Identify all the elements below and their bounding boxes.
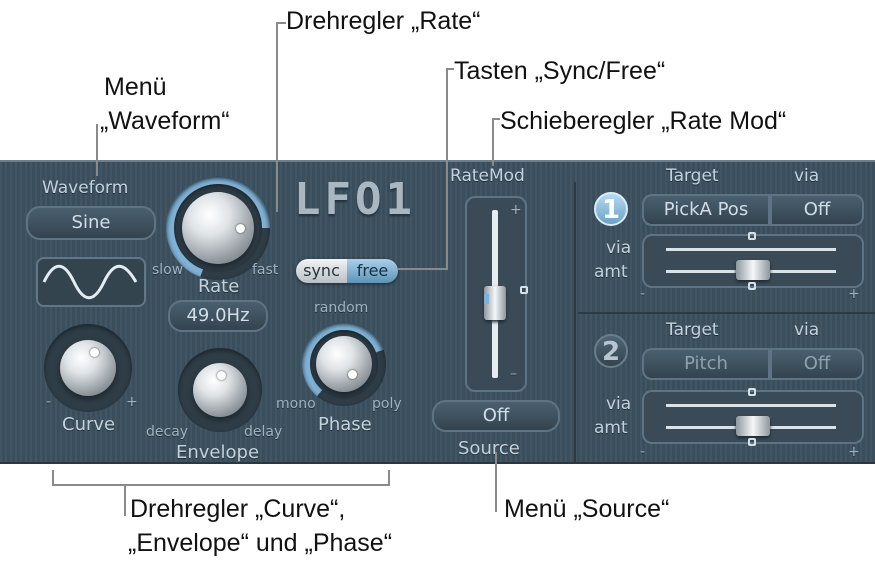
routing-1-via-menu[interactable]: Off [770,194,864,226]
leader-sync-horizontal-bottom [398,268,448,270]
leader-knobs-bracket [52,484,390,486]
sync-button[interactable]: sync [296,259,347,283]
routing-1-via-track [666,248,836,251]
leader-knobs-bracket-right [388,470,390,486]
routing-1-plus-label: + [848,286,860,302]
routing-2-target-header: Target [666,320,719,340]
callout-knobs-line2: „Envelope“ und „Phase“ [128,529,393,557]
routing-1-badge[interactable]: 1 [594,192,628,226]
callout-knobs-line1: Drehregler „Curve“, [130,495,346,523]
envelope-delay-label: delay [244,424,283,440]
callout-sync-free: Tasten „Sync/Free“ [454,57,666,85]
routing-2-via-header: via [794,320,820,340]
routing-2-via-label: via [606,394,632,414]
routing-1-amt-handle[interactable] [748,282,756,290]
leader-knobs-bracket-left [52,470,54,486]
routing-2-via-handle[interactable] [748,388,756,396]
lfo-panel: Waveform Sine - + Curve slow fast Rate 4… [0,160,875,464]
callout-waveform-line2: „Waveform“ [100,107,230,135]
waveform-label: Waveform [42,178,129,198]
routing-1-minus-label: - [640,286,646,302]
leader-ratemod-horizontal [492,118,500,120]
sync-free-toggle: sync free [296,259,398,283]
routing-1-target-menu[interactable]: PickA Pos [642,194,770,226]
phase-mono-label: mono [276,396,316,412]
envelope-label: Envelope [176,442,260,463]
routing-divider-vertical [574,182,576,464]
envelope-decay-label: decay [146,424,189,440]
routing-1-amt-thumb[interactable] [736,260,770,280]
routing-2-badge[interactable]: 2 [594,334,628,368]
routing-2-minus-label: - [640,444,646,460]
ratemod-handle-dot[interactable] [520,286,528,294]
routing-divider-horizontal [578,312,875,314]
waveform-display [36,257,146,307]
curve-plus-label: + [126,394,138,410]
callout-rate-knob: Drehregler „Rate“ [286,7,481,35]
routing-1-via-handle[interactable] [748,232,756,240]
source-menu[interactable]: Off [432,400,560,432]
routing-2-amt-thumb[interactable] [736,416,770,436]
lfo-title: LFO1 [294,174,416,225]
routing-1-via-header: via [794,166,820,186]
callout-rate-mod: Schieberegler „Rate Mod“ [500,107,787,135]
phase-poly-label: poly [372,396,402,412]
curve-label: Curve [62,414,116,435]
phase-random-label: random [314,300,369,316]
routing-2-amt-label: amt [594,418,628,438]
curve-minus-label: - [46,394,52,410]
routing-2-via-menu[interactable]: Off [770,348,864,380]
rate-knob[interactable] [182,192,254,264]
leader-source [495,452,497,512]
routing-2-amt-handle[interactable] [748,438,756,446]
rate-fast-label: fast [252,262,279,278]
phase-label: Phase [318,414,372,435]
leader-rate-horizontal [276,22,286,24]
routing-2-target-menu[interactable]: Pitch [642,348,770,380]
routing-1-target-header: Target [666,166,719,186]
sine-wave-icon [42,264,138,300]
leader-rate-vertical [276,22,278,212]
phase-knob[interactable] [316,336,372,392]
waveform-menu[interactable]: Sine [26,206,156,240]
leader-ratemod [492,118,494,166]
leader-sync-vertical [446,68,448,270]
routing-2-plus-label: + [848,444,860,460]
ratemod-minus-label: – [510,366,517,382]
leader-waveform [96,124,98,176]
callout-waveform-line1: Menü [104,73,167,101]
routing-2-via-track [666,404,836,407]
envelope-knob[interactable] [193,363,247,417]
ratemod-marker [484,294,489,304]
routing-1-via-label: via [606,238,632,258]
ratemod-label: RateMod [450,166,525,186]
ratemod-plus-label: + [510,202,522,218]
leader-knobs-stem [124,484,126,516]
rate-slow-label: slow [152,262,184,278]
curve-knob[interactable] [60,340,116,396]
leader-sync-horizontal-top [446,68,454,70]
rate-label: Rate [198,276,240,297]
rate-value-field[interactable]: 49.0Hz [168,300,268,332]
free-button[interactable]: free [347,259,398,283]
callout-source-menu: Menü „Source“ [504,495,670,523]
routing-1-amt-label: amt [594,262,628,282]
source-label: Source [458,438,520,459]
